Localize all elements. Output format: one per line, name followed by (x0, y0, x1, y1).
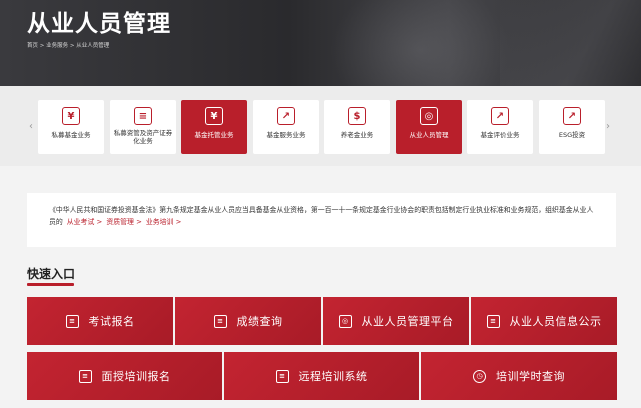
link-training[interactable]: 业务培训 (146, 218, 182, 226)
intro-paragraph: 《中华人民共和国证券投资基金法》第九条规定基金从业人员应当具备基金从业资格，第一… (49, 204, 594, 228)
category-item-private-fund[interactable]: ¥ 私募基金业务 (38, 100, 104, 154)
hero-banner: 从业人员管理 首页 > 业务服务 > 从业人员管理 (0, 0, 641, 86)
tile-label: 远程培训系统 (298, 370, 368, 383)
category-label: 从业人员管理 (409, 131, 449, 139)
tile-remote-training[interactable]: ≡ 远程培训系统 (224, 352, 419, 400)
stacked-coins-icon: ≡ (134, 107, 152, 125)
yen-coin-icon: ¥ (62, 107, 80, 125)
tile-onsite-training[interactable]: ≡ 面授培训报名 (27, 352, 222, 400)
link-exam[interactable]: 从业考试 (67, 218, 103, 226)
tile-staff-platform[interactable]: ◎ 从业人员管理平台 (323, 297, 469, 345)
bar-chart-icon: ↗ (277, 107, 295, 125)
category-label: 基金服务业务 (266, 131, 306, 139)
category-label: ESG投资 (558, 131, 586, 139)
hero-background-shade (500, 0, 641, 86)
category-label: 私募基金业务 (51, 131, 91, 139)
line-chart-icon: ↗ (491, 107, 509, 125)
intro-card: 《中华人民共和国证券投资基金法》第九条规定基金从业人员应当具备基金从业资格，第一… (27, 193, 616, 247)
page-title: 从业人员管理 (27, 11, 171, 37)
money-hand-icon: ¥ (205, 107, 223, 125)
id-card-icon: ◎ (338, 314, 352, 328)
category-label: 私募资管及资产证券化业务 (113, 129, 173, 145)
chevron-left-icon[interactable]: ‹ (29, 121, 33, 132)
category-item-staff-management[interactable]: ◎ 从业人员管理 (396, 100, 462, 154)
tile-label: 成绩查询 (236, 315, 283, 328)
document-icon: ≡ (213, 314, 227, 328)
tile-label: 从业人员管理平台 (361, 315, 454, 328)
category-item-pension[interactable]: $ 养老金业务 (324, 100, 390, 154)
category-label: 基金托管业务 (194, 131, 234, 139)
monitor-icon: ≡ (275, 369, 289, 383)
pen-list-icon: ≡ (65, 314, 79, 328)
banknote-icon: $ (348, 107, 366, 125)
tile-label: 培训学时查询 (496, 370, 565, 383)
category-item-asset-management[interactable]: ≡ 私募资管及资产证券化业务 (110, 100, 176, 154)
tile-label: 面授培训报名 (101, 370, 171, 383)
tile-staff-disclosure[interactable]: ≡ 从业人员信息公示 (471, 297, 617, 345)
category-item-custody[interactable]: ¥ 基金托管业务 (181, 100, 247, 154)
people-icon: ◎ (420, 107, 438, 125)
category-label: 基金评价业务 (480, 131, 520, 139)
tile-label: 考试报名 (88, 315, 135, 328)
tile-label: 从业人员信息公示 (509, 315, 602, 328)
chat-icon: ≡ (78, 369, 92, 383)
category-item-fund-evaluation[interactable]: ↗ 基金评价业务 (467, 100, 533, 154)
tile-training-hours[interactable]: ◷ 培训学时查询 (421, 352, 617, 400)
briefcase-icon: ≡ (486, 314, 500, 328)
chevron-right-icon[interactable]: › (606, 121, 610, 132)
trend-chart-icon: ↗ (563, 107, 581, 125)
category-label: 养老金业务 (340, 131, 374, 139)
tile-exam-registration[interactable]: ≡ 考试报名 (27, 297, 173, 345)
hero-background-image (330, 0, 510, 86)
category-item-fund-service[interactable]: ↗ 基金服务业务 (253, 100, 319, 154)
category-item-esg[interactable]: ↗ ESG投资 (539, 100, 605, 154)
quick-entry-title: 快速入口 (27, 267, 76, 281)
tile-score-query[interactable]: ≡ 成绩查询 (175, 297, 321, 345)
title-underline (27, 283, 74, 286)
link-qualification[interactable]: 资质管理 (106, 218, 142, 226)
breadcrumb[interactable]: 首页 > 业务服务 > 从业人员管理 (27, 41, 109, 49)
clock-icon: ◷ (473, 369, 486, 383)
